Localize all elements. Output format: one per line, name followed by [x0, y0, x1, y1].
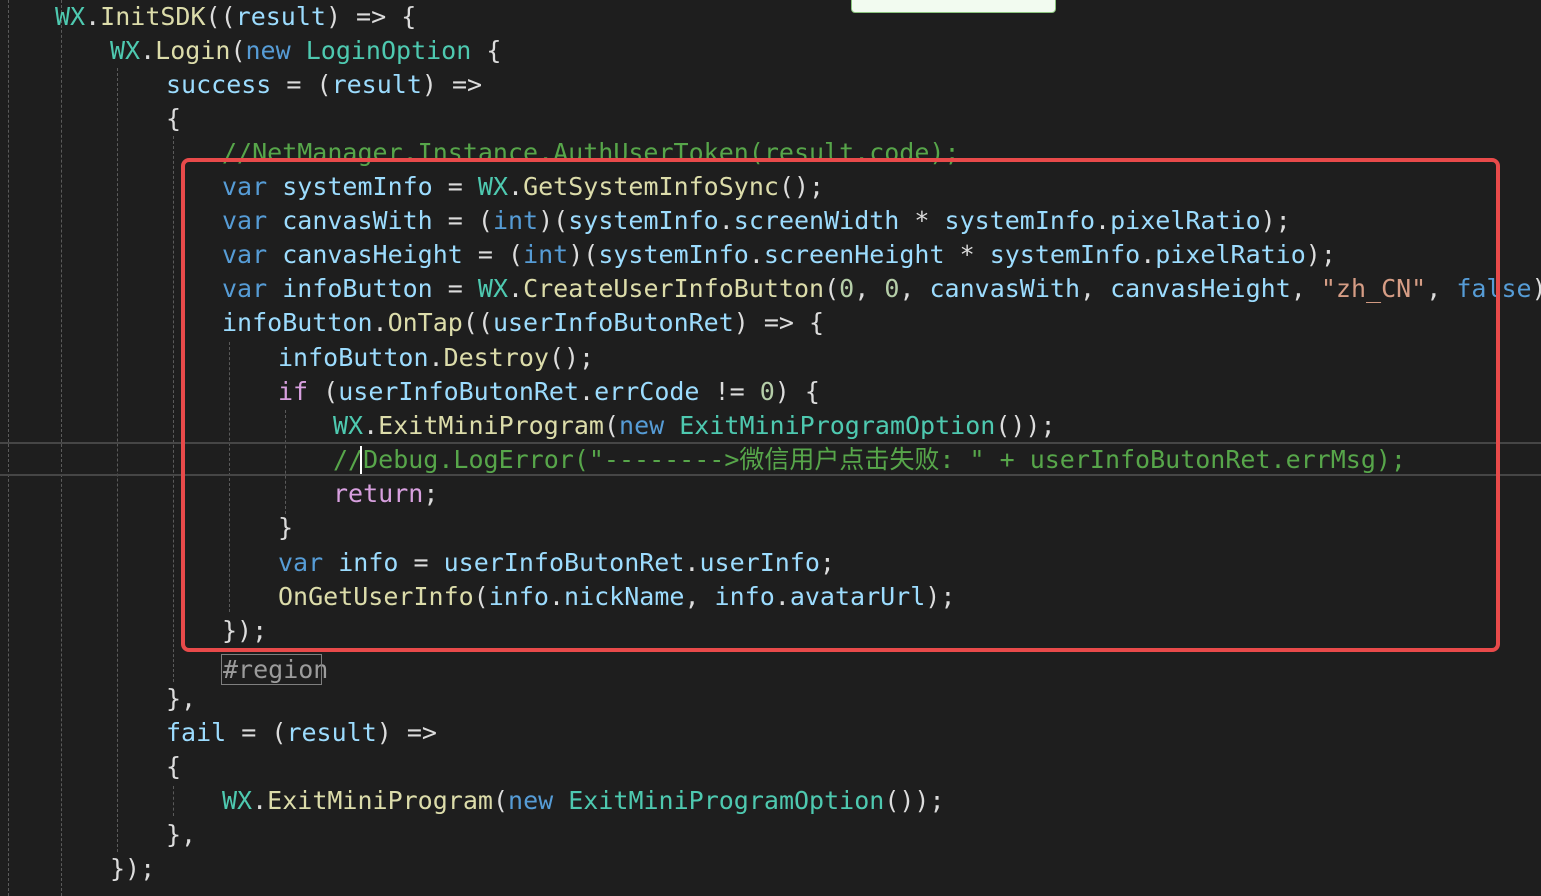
code-token: {	[166, 752, 182, 781]
code-line[interactable]: },	[166, 818, 196, 852]
code-token: WX	[222, 786, 253, 815]
code-token: ) =>	[421, 70, 483, 99]
code-line[interactable]: });	[110, 852, 155, 886]
code-token: new	[508, 786, 554, 815]
code-token: },	[166, 820, 197, 849]
tooltip-tab	[851, 0, 1056, 13]
annotation-highlight-box	[181, 158, 1500, 652]
code-token: (	[230, 36, 246, 65]
code-token: fail	[166, 718, 227, 747]
code-token: ExitMiniProgramOption	[568, 786, 885, 815]
code-token: WX	[55, 2, 86, 31]
code-token: = (	[271, 70, 332, 99]
code-token: .	[140, 36, 156, 65]
indent-guide	[173, 136, 174, 682]
code-token: ExitMiniProgram	[267, 786, 493, 815]
code-line[interactable]: WX.InitSDK((result) => {	[55, 0, 416, 34]
code-line[interactable]: WX.Login(new LoginOption {	[110, 34, 501, 68]
code-token: LoginOption	[305, 36, 472, 65]
code-token: ) =>	[376, 718, 437, 747]
code-token: new	[245, 36, 291, 65]
code-line[interactable]: },	[166, 682, 196, 716]
code-token: });	[110, 854, 156, 883]
code-token: result	[235, 2, 326, 31]
code-token: result	[331, 70, 422, 99]
code-token: ((	[205, 2, 236, 31]
region-fold-marker[interactable]	[221, 654, 322, 685]
code-line[interactable]: WX.ExitMiniProgram(new ExitMiniProgramOp…	[222, 784, 945, 818]
code-token: result	[286, 718, 377, 747]
code-token: (	[492, 786, 509, 815]
code-token: = (	[226, 718, 287, 747]
code-token: ());	[884, 786, 945, 815]
code-token: },	[166, 684, 197, 713]
code-line[interactable]: {	[166, 102, 181, 136]
code-editor[interactable]: WX.InitSDK((result) => { WX.Login(new Lo…	[0, 0, 1541, 896]
code-token: Login	[155, 36, 231, 65]
code-token: ) => {	[325, 2, 417, 31]
code-token: success	[166, 70, 272, 99]
code-token: .	[85, 2, 101, 31]
code-token: {	[471, 36, 502, 65]
code-token: .	[252, 786, 268, 815]
indent-guide	[173, 786, 174, 816]
code-line[interactable]: success = (result) =>	[166, 68, 482, 102]
code-token: WX	[110, 36, 141, 65]
code-token: );	[1532, 274, 1541, 303]
code-token: InitSDK	[100, 2, 206, 31]
code-line[interactable]: {	[166, 750, 181, 784]
code-token: {	[166, 104, 182, 133]
code-line[interactable]: fail = (result) =>	[166, 716, 437, 750]
